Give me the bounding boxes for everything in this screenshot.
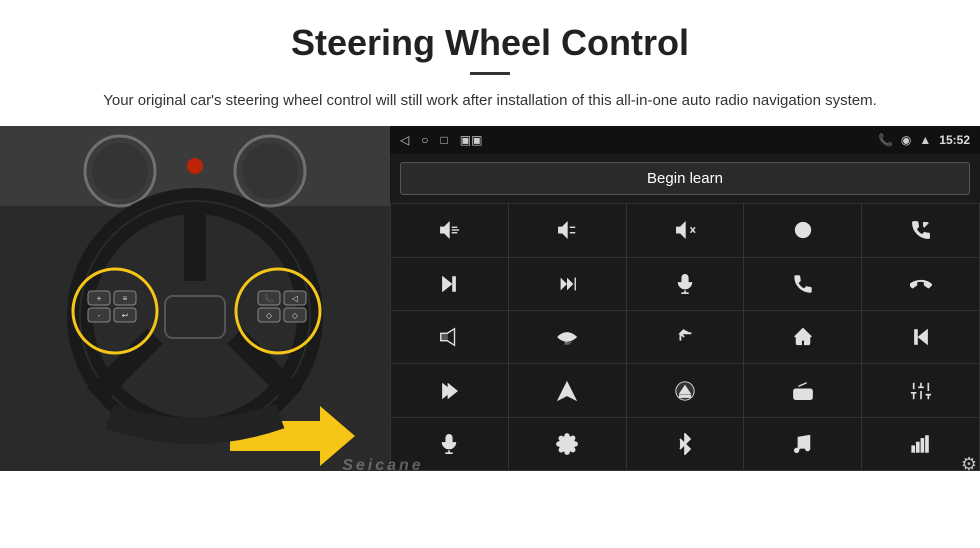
settings-knob-cell[interactable]: [509, 418, 626, 470]
location-icon: ◉: [901, 133, 911, 147]
svg-text:↩: ↩: [122, 311, 129, 320]
vol-down-cell[interactable]: [509, 204, 626, 256]
svg-text:◇: ◇: [266, 311, 273, 320]
navigate-cell[interactable]: [509, 364, 626, 416]
square-icon: □: [440, 133, 447, 147]
subtitle-text: Your original car's steering wheel contr…: [100, 89, 880, 112]
prev-track-cell[interactable]: [862, 311, 979, 363]
vol-down-icon: [556, 219, 578, 241]
ff-end-cell[interactable]: [391, 364, 508, 416]
volume-bars-icon: [910, 433, 932, 455]
eject-cell[interactable]: [627, 364, 744, 416]
title-divider: [470, 72, 510, 75]
return-icon: [674, 326, 696, 348]
camera-360-cell[interactable]: 360°: [509, 311, 626, 363]
return-cell[interactable]: [627, 311, 744, 363]
navigate-icon: [556, 380, 578, 402]
bluetooth-icon: [674, 433, 696, 455]
ff-next-icon: [556, 273, 578, 295]
svg-text:📞: 📞: [264, 293, 274, 303]
camera-360-icon: 360°: [556, 326, 578, 348]
status-icons-right: 📞 ◉ ▲ 15:52: [878, 133, 970, 147]
microphone2-cell[interactable]: [391, 418, 508, 470]
vol-up-cell[interactable]: [391, 204, 508, 256]
page-title: Steering Wheel Control: [60, 22, 920, 64]
content-area: + - ≡ ↩ 📞 ◇ ◁ ◇: [0, 126, 980, 471]
vol-mute-cell[interactable]: [627, 204, 744, 256]
bluetooth-cell[interactable]: [627, 418, 744, 470]
phone-prev-icon: [910, 219, 932, 241]
vol-mute-icon: [674, 219, 696, 241]
mic-icon: [674, 273, 696, 295]
ff-next-cell[interactable]: [509, 258, 626, 310]
equalizer-cell[interactable]: [862, 364, 979, 416]
radio-icon: [792, 380, 814, 402]
steering-wheel-svg: + - ≡ ↩ 📞 ◇ ◁ ◇: [0, 126, 390, 471]
vol-up-icon: [438, 219, 460, 241]
status-bar: ◁ ○ □ ▣▣ 📞 ◉ ▲ 15:52: [390, 126, 980, 154]
microphone2-icon: [438, 433, 460, 455]
controls-grid: 360°: [390, 203, 980, 471]
horn-icon: [438, 326, 460, 348]
prev-track-icon: [910, 326, 932, 348]
back-arrow-icon: ◁: [400, 133, 409, 147]
mic-cell[interactable]: [627, 258, 744, 310]
time-display: 15:52: [939, 133, 970, 147]
volume-bars-cell[interactable]: Seicane ⚙: [862, 418, 979, 470]
gear-settings-icon[interactable]: ⚙: [961, 454, 977, 475]
settings-knob-icon: [556, 433, 578, 455]
equalizer-icon: [910, 380, 932, 402]
next-track-icon: [438, 273, 460, 295]
begin-learn-row: Begin learn: [390, 154, 980, 203]
phone-call-cell[interactable]: [744, 258, 861, 310]
hang-up-cell[interactable]: [862, 258, 979, 310]
home-circle-icon: ○: [421, 133, 428, 147]
signal-icon: ▣▣: [460, 133, 483, 147]
page-wrapper: Steering Wheel Control Your original car…: [0, 0, 980, 471]
status-icons-left: ◁ ○ □ ▣▣: [400, 133, 482, 147]
svg-text:◇: ◇: [292, 311, 299, 320]
horn-cell[interactable]: [391, 311, 508, 363]
left-image-panel: + - ≡ ↩ 📞 ◇ ◁ ◇: [0, 126, 390, 471]
svg-text:-: -: [98, 311, 101, 320]
svg-text:+: +: [97, 294, 102, 303]
wifi-icon: ▲: [919, 133, 931, 147]
svg-text:◁: ◁: [292, 294, 299, 303]
power-icon: [792, 219, 814, 241]
next-track-cell[interactable]: [391, 258, 508, 310]
svg-text:360°: 360°: [564, 342, 572, 346]
ff-end-icon: [438, 380, 460, 402]
home-cell[interactable]: [744, 311, 861, 363]
home-icon: [792, 326, 814, 348]
begin-learn-button[interactable]: Begin learn: [400, 162, 970, 195]
phone-icon: 📞: [878, 133, 893, 147]
power-cell[interactable]: [744, 204, 861, 256]
hang-up-icon: [910, 273, 932, 295]
music-icon: [792, 433, 814, 455]
right-panel: ◁ ○ □ ▣▣ 📞 ◉ ▲ 15:52 Begin learn: [390, 126, 980, 471]
phone-call-icon: [792, 273, 814, 295]
radio-cell[interactable]: [744, 364, 861, 416]
header-section: Steering Wheel Control Your original car…: [0, 0, 980, 126]
svg-text:≡: ≡: [123, 294, 128, 303]
eject-icon: [674, 380, 696, 402]
music-cell[interactable]: [744, 418, 861, 470]
phone-prev-cell[interactable]: [862, 204, 979, 256]
